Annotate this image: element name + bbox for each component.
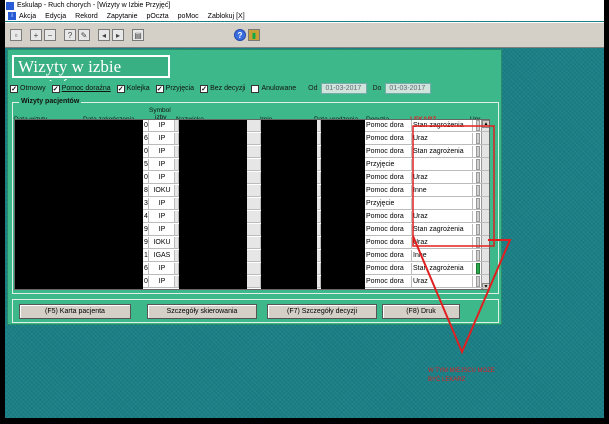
- annotation-note: W TYM MIEJSCU MOZE BYĆ LEKARZ: [428, 368, 495, 383]
- annotation-box: [412, 125, 495, 247]
- annotation-arrow: [412, 235, 512, 355]
- annotation-overlay: [412, 125, 512, 355]
